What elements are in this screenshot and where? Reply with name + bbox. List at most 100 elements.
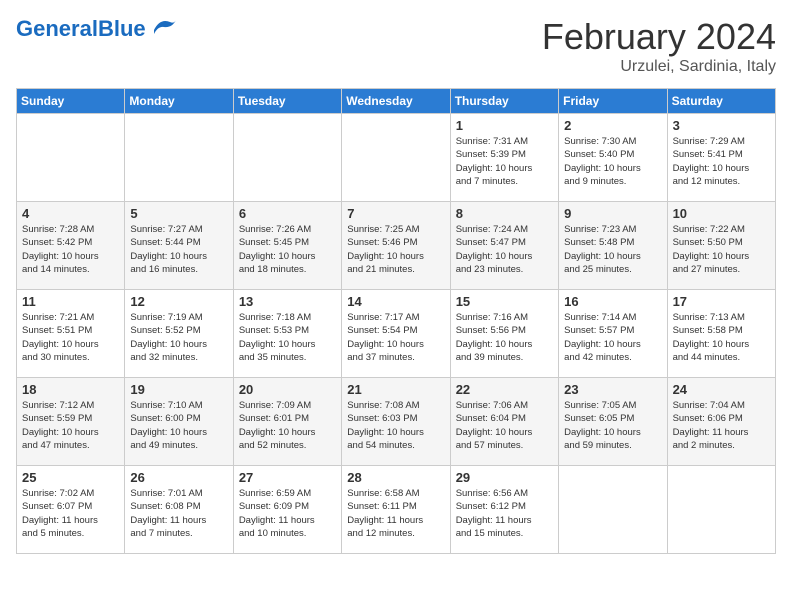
- calendar-cell: 8Sunrise: 7:24 AM Sunset: 5:47 PM Daylig…: [450, 202, 558, 290]
- day-number: 23: [564, 382, 661, 397]
- calendar-cell: 22 Sunrise: 7:06 AM Sunset: 6:04 PM Dayli…: [450, 378, 558, 466]
- calendar-cell: [342, 114, 450, 202]
- day-number: 21: [347, 382, 444, 397]
- day-info: Sunrise: 7:10 AM Sunset: 6:00 PM Dayligh…: [130, 399, 227, 452]
- day-number: 4: [22, 206, 119, 221]
- day-number: 11: [22, 294, 119, 309]
- day-info: Sunrise: 7:22 AM Sunset: 5:50 PM Dayligh…: [673, 223, 770, 276]
- day-info: Sunrise: 7:14 AM Sunset: 5:57 PM Dayligh…: [564, 311, 661, 364]
- month-title: February 2024: [542, 16, 776, 58]
- column-header-wednesday: Wednesday: [342, 89, 450, 114]
- day-info: Sunrise: 7:09 AM Sunset: 6:01 PM Dayligh…: [239, 399, 336, 452]
- logo-general: General: [16, 16, 98, 41]
- calendar-cell: 25 Sunrise: 7:02 AM Sunset: 6:07 PM Dayli…: [17, 466, 125, 554]
- calendar-cell: 4 Sunrise: 7:28 AM Sunset: 5:42 PM Daylig…: [17, 202, 125, 290]
- day-info: Sunrise: 7:29 AM Sunset: 5:41 PM Dayligh…: [673, 135, 770, 188]
- column-header-friday: Friday: [559, 89, 667, 114]
- day-info: Sunrise: 6:58 AM Sunset: 6:11 PM Dayligh…: [347, 487, 444, 540]
- calendar-cell: 26 Sunrise: 7:01 AM Sunset: 6:08 PM Dayli…: [125, 466, 233, 554]
- calendar-cell: 23 Sunrise: 7:05 AM Sunset: 6:05 PM Dayli…: [559, 378, 667, 466]
- calendar-cell: 17 Sunrise: 7:13 AM Sunset: 5:58 PM Dayli…: [667, 290, 775, 378]
- day-info: Sunrise: 7:28 AM Sunset: 5:42 PM Dayligh…: [22, 223, 119, 276]
- day-number: 6: [239, 206, 336, 221]
- calendar-table: SundayMondayTuesdayWednesdayThursdayFrid…: [16, 88, 776, 554]
- column-header-thursday: Thursday: [450, 89, 558, 114]
- calendar-cell: 27 Sunrise: 6:59 AM Sunset: 6:09 PM Dayli…: [233, 466, 341, 554]
- calendar-cell: 10 Sunrise: 7:22 AM Sunset: 5:50 PM Dayli…: [667, 202, 775, 290]
- calendar-cell: 9 Sunrise: 7:23 AM Sunset: 5:48 PM Daylig…: [559, 202, 667, 290]
- day-number: 17: [673, 294, 770, 309]
- calendar-week-row: 25 Sunrise: 7:02 AM Sunset: 6:07 PM Dayli…: [17, 466, 776, 554]
- calendar-cell: 6 Sunrise: 7:26 AM Sunset: 5:45 PM Daylig…: [233, 202, 341, 290]
- day-info: Sunrise: 7:12 AM Sunset: 5:59 PM Dayligh…: [22, 399, 119, 452]
- day-info: Sunrise: 7:31 AM Sunset: 5:39 PM Dayligh…: [456, 135, 553, 188]
- day-info: Sunrise: 7:13 AM Sunset: 5:58 PM Dayligh…: [673, 311, 770, 364]
- calendar-cell: 14 Sunrise: 7:17 AM Sunset: 5:54 PM Dayli…: [342, 290, 450, 378]
- calendar-cell: 1 Sunrise: 7:31 AM Sunset: 5:39 PM Daylig…: [450, 114, 558, 202]
- title-area: February 2024 Urzulei, Sardinia, Italy: [542, 16, 776, 76]
- day-info: Sunrise: 7:06 AM Sunset: 6:04 PM Dayligh…: [456, 399, 553, 452]
- page-header: GeneralBlue February 2024 Urzulei, Sardi…: [16, 16, 776, 76]
- day-info: Sunrise: 7:05 AM Sunset: 6:05 PM Dayligh…: [564, 399, 661, 452]
- calendar-week-row: 18 Sunrise: 7:12 AM Sunset: 5:59 PM Dayli…: [17, 378, 776, 466]
- day-number: 13: [239, 294, 336, 309]
- day-number: 3: [673, 118, 770, 133]
- column-header-tuesday: Tuesday: [233, 89, 341, 114]
- day-info: Sunrise: 6:59 AM Sunset: 6:09 PM Dayligh…: [239, 487, 336, 540]
- day-info: Sunrise: 7:02 AM Sunset: 6:07 PM Dayligh…: [22, 487, 119, 540]
- day-info: Sunrise: 7:23 AM Sunset: 5:48 PM Dayligh…: [564, 223, 661, 276]
- calendar-cell: 24Sunrise: 7:04 AM Sunset: 6:06 PM Dayli…: [667, 378, 775, 466]
- day-number: 12: [130, 294, 227, 309]
- day-number: 7: [347, 206, 444, 221]
- day-info: Sunrise: 7:17 AM Sunset: 5:54 PM Dayligh…: [347, 311, 444, 364]
- calendar-cell: [125, 114, 233, 202]
- day-info: Sunrise: 7:21 AM Sunset: 5:51 PM Dayligh…: [22, 311, 119, 364]
- calendar-cell: 16Sunrise: 7:14 AM Sunset: 5:57 PM Dayli…: [559, 290, 667, 378]
- column-header-saturday: Saturday: [667, 89, 775, 114]
- calendar-cell: 18 Sunrise: 7:12 AM Sunset: 5:59 PM Dayli…: [17, 378, 125, 466]
- day-number: 9: [564, 206, 661, 221]
- location-subtitle: Urzulei, Sardinia, Italy: [542, 58, 776, 76]
- calendar-cell: 19 Sunrise: 7:10 AM Sunset: 6:00 PM Dayli…: [125, 378, 233, 466]
- calendar-cell: 2 Sunrise: 7:30 AM Sunset: 5:40 PM Daylig…: [559, 114, 667, 202]
- logo-bird-icon: [150, 16, 178, 42]
- day-number: 1: [456, 118, 553, 133]
- day-info: Sunrise: 7:18 AM Sunset: 5:53 PM Dayligh…: [239, 311, 336, 364]
- calendar-cell: 7Sunrise: 7:25 AM Sunset: 5:46 PM Daylig…: [342, 202, 450, 290]
- calendar-cell: 12 Sunrise: 7:19 AM Sunset: 5:52 PM Dayli…: [125, 290, 233, 378]
- day-info: Sunrise: 7:27 AM Sunset: 5:44 PM Dayligh…: [130, 223, 227, 276]
- calendar-header-row: SundayMondayTuesdayWednesdayThursdayFrid…: [17, 89, 776, 114]
- day-number: 18: [22, 382, 119, 397]
- calendar-cell: 21Sunrise: 7:08 AM Sunset: 6:03 PM Dayli…: [342, 378, 450, 466]
- column-header-sunday: Sunday: [17, 89, 125, 114]
- day-info: Sunrise: 7:26 AM Sunset: 5:45 PM Dayligh…: [239, 223, 336, 276]
- day-number: 15: [456, 294, 553, 309]
- day-number: 22: [456, 382, 553, 397]
- logo: GeneralBlue: [16, 16, 178, 42]
- day-number: 2: [564, 118, 661, 133]
- day-number: 25: [22, 470, 119, 485]
- calendar-cell: [233, 114, 341, 202]
- day-number: 19: [130, 382, 227, 397]
- logo-blue: Blue: [98, 16, 146, 41]
- calendar-cell: 20 Sunrise: 7:09 AM Sunset: 6:01 PM Dayli…: [233, 378, 341, 466]
- day-info: Sunrise: 7:30 AM Sunset: 5:40 PM Dayligh…: [564, 135, 661, 188]
- day-number: 26: [130, 470, 227, 485]
- calendar-cell: 3 Sunrise: 7:29 AM Sunset: 5:41 PM Daylig…: [667, 114, 775, 202]
- day-number: 5: [130, 206, 227, 221]
- day-number: 10: [673, 206, 770, 221]
- calendar-cell: 13 Sunrise: 7:18 AM Sunset: 5:53 PM Dayli…: [233, 290, 341, 378]
- day-info: Sunrise: 7:04 AM Sunset: 6:06 PM Dayligh…: [673, 399, 770, 452]
- day-info: Sunrise: 7:16 AM Sunset: 5:56 PM Dayligh…: [456, 311, 553, 364]
- day-info: Sunrise: 7:19 AM Sunset: 5:52 PM Dayligh…: [130, 311, 227, 364]
- day-number: 29: [456, 470, 553, 485]
- calendar-week-row: 1 Sunrise: 7:31 AM Sunset: 5:39 PM Daylig…: [17, 114, 776, 202]
- day-number: 27: [239, 470, 336, 485]
- calendar-cell: [559, 466, 667, 554]
- day-info: Sunrise: 7:01 AM Sunset: 6:08 PM Dayligh…: [130, 487, 227, 540]
- day-number: 14: [347, 294, 444, 309]
- column-header-monday: Monday: [125, 89, 233, 114]
- logo-text: GeneralBlue: [16, 18, 146, 40]
- day-info: Sunrise: 6:56 AM Sunset: 6:12 PM Dayligh…: [456, 487, 553, 540]
- day-number: 20: [239, 382, 336, 397]
